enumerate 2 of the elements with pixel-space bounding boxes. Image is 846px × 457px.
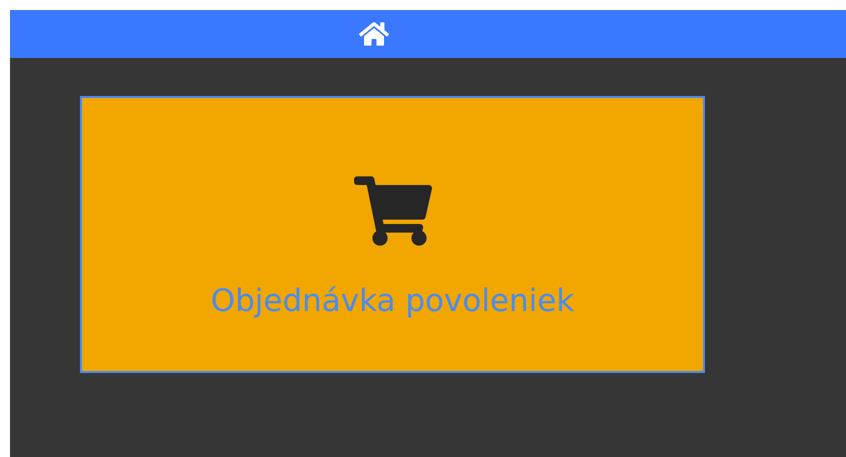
tile-label: Objednávka povoleniek bbox=[210, 286, 574, 317]
order-tile[interactable]: Objednávka povoleniek bbox=[80, 96, 705, 373]
